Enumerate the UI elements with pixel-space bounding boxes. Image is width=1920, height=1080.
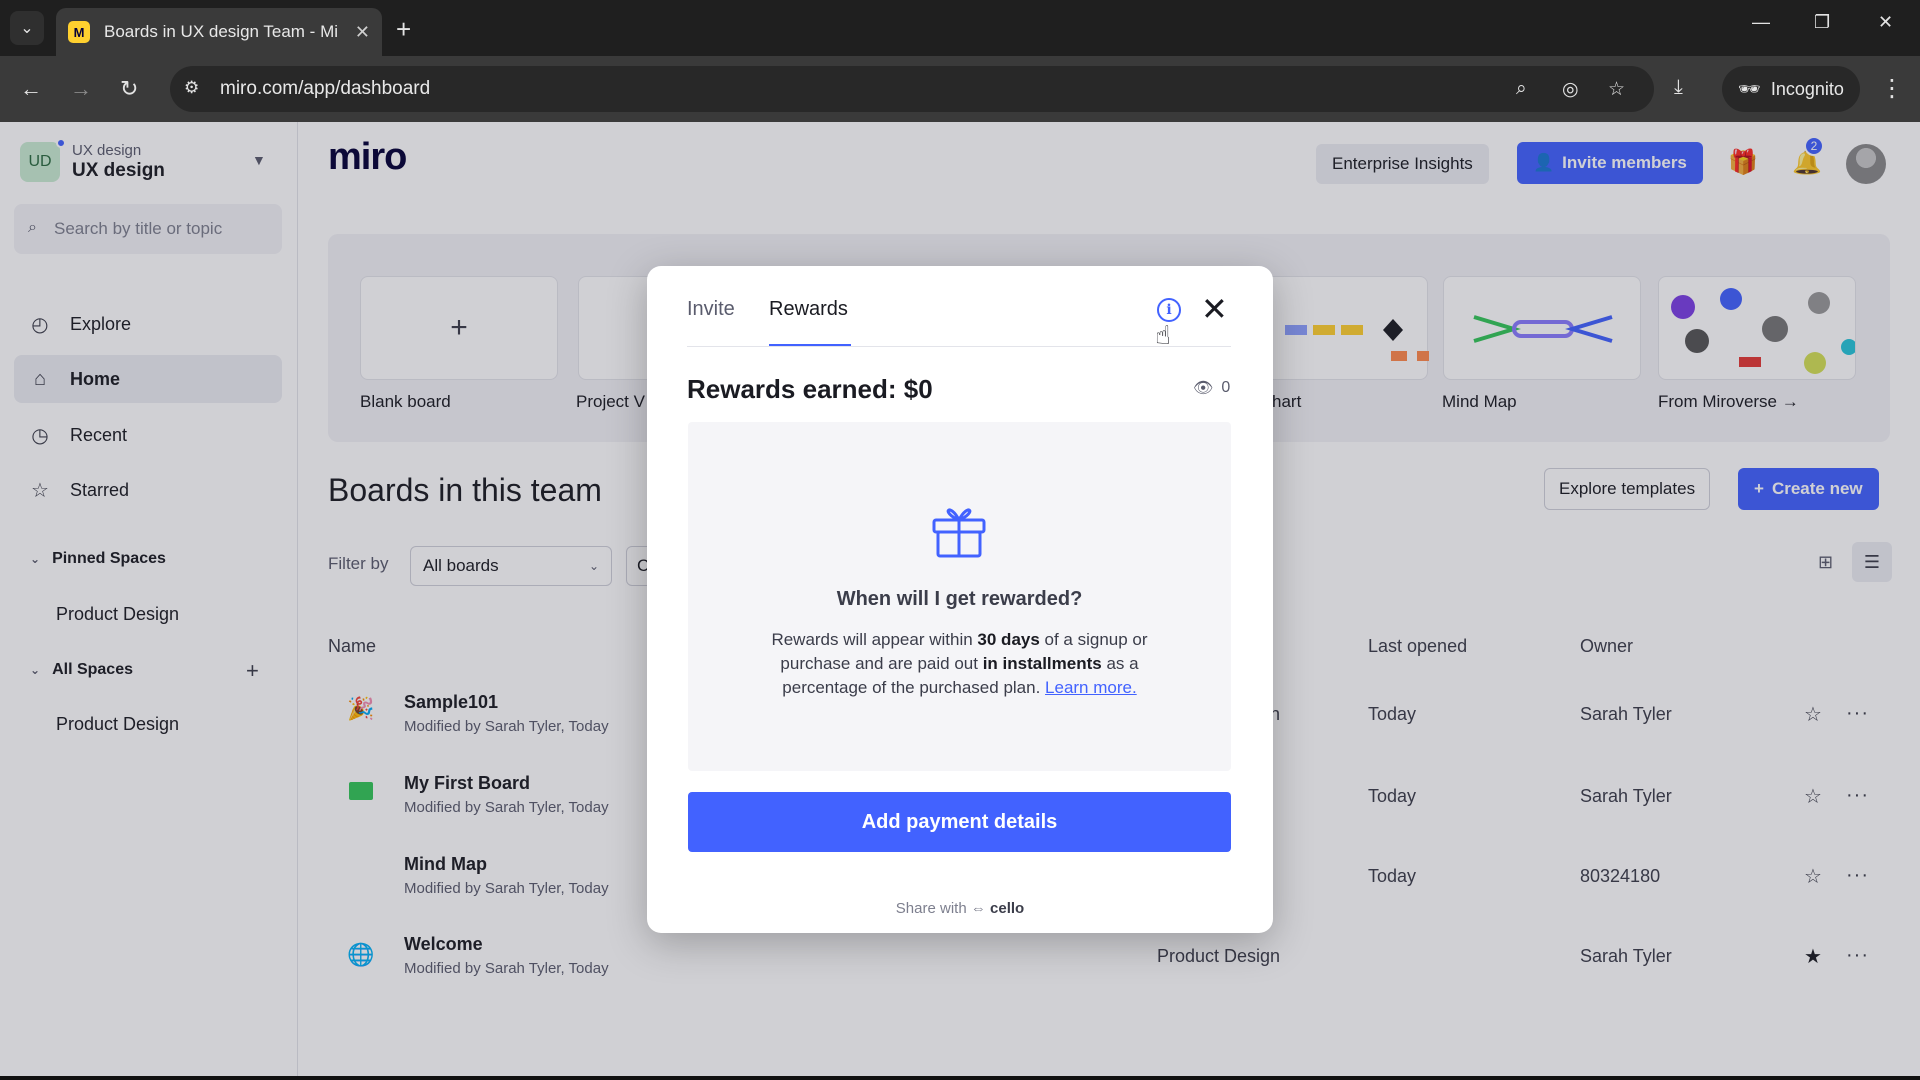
views-counter: 👁 0 — [1193, 378, 1230, 398]
minimize-icon[interactable]: — — [1752, 12, 1770, 33]
tab-title: Boards in UX design Team - Mi — [104, 22, 339, 41]
incognito-indicator[interactable]: 🕶 Incognito — [1722, 66, 1860, 112]
tab-invite[interactable]: Invite — [687, 298, 735, 321]
link-icon: ⇔ — [970, 900, 991, 917]
window-close-icon[interactable]: ✕ — [1878, 12, 1893, 33]
screen-bottom-edge — [0, 1076, 1920, 1080]
tab-rewards[interactable]: Rewards — [769, 298, 848, 321]
eye-icon: 👁 — [1193, 380, 1214, 397]
chevron-down-icon: ⌄ — [20, 20, 34, 37]
learn-more-link[interactable]: Learn more. — [1045, 678, 1137, 697]
address-bar[interactable]: ⚙ miro.com/app/dashboard ⌕ ◎ ☆ — [170, 66, 1654, 112]
zoom-icon[interactable]: ⌕ — [1516, 78, 1527, 100]
tab-search-button[interactable]: ⌄ — [10, 11, 44, 45]
tab-divider — [687, 346, 1231, 347]
incognito-label: Incognito — [1770, 78, 1844, 99]
active-tab-indicator — [769, 344, 851, 346]
cello-brand[interactable]: cello — [990, 900, 1024, 917]
bookmark-star-icon[interactable]: ☆ — [1608, 78, 1625, 101]
rewards-earned: Rewards earned: $0 — [687, 374, 933, 404]
browser-menu-icon[interactable]: ⋮ — [1880, 74, 1904, 103]
rewards-question: When will I get rewarded? — [836, 588, 1083, 610]
eye-off-icon[interactable]: ◎ — [1562, 78, 1579, 101]
rewards-modal: Invite Rewards i ✕ ☝ Rewards earned: $0 … — [647, 266, 1273, 933]
views-count: 0 — [1221, 379, 1231, 396]
forward-icon[interactable]: → — [70, 76, 92, 102]
tab-close-icon[interactable]: ✕ — [355, 22, 370, 43]
rewards-info-panel: When will I get rewarded? Rewards will a… — [688, 422, 1231, 771]
add-payment-details-button[interactable]: Add payment details — [688, 792, 1231, 852]
info-icon[interactable]: i — [1157, 298, 1181, 322]
hand-cursor-icon: ☝ — [1155, 320, 1171, 350]
gift-icon — [932, 508, 986, 558]
browser-toolbar: ← → ↻ ⚙ miro.com/app/dashboard ⌕ ◎ ☆ ⤓ 🕶… — [0, 56, 1920, 122]
close-icon[interactable]: ✕ — [1201, 290, 1228, 328]
back-icon[interactable]: ← — [20, 76, 42, 102]
reload-icon[interactable]: ↻ — [120, 76, 138, 102]
browser-tabstrip: ⌄ M Boards in UX design Team - Mi ✕ + — … — [0, 0, 1920, 56]
desc-part: Rewards will appear within — [771, 630, 978, 649]
url-text: miro.com/app/dashboard — [220, 78, 431, 99]
restore-icon[interactable]: ❐ — [1814, 12, 1830, 33]
desc-bold: 30 days — [977, 630, 1040, 649]
rewards-description: Rewards will appear within 30 days of a … — [744, 628, 1175, 700]
share-with-label: Share with — [895, 900, 967, 917]
desc-bold: in installments — [982, 654, 1102, 673]
share-with-footer: Share with ⇔ cello — [647, 900, 1273, 917]
miro-favicon-icon: M — [68, 21, 90, 43]
incognito-icon: 🕶 — [1738, 78, 1761, 99]
new-tab-button[interactable]: + — [396, 14, 411, 45]
browser-tab[interactable]: M Boards in UX design Team - Mi ✕ — [56, 8, 382, 56]
site-settings-icon[interactable]: ⚙ — [184, 78, 199, 98]
download-icon[interactable]: ⤓ — [1674, 76, 1683, 99]
